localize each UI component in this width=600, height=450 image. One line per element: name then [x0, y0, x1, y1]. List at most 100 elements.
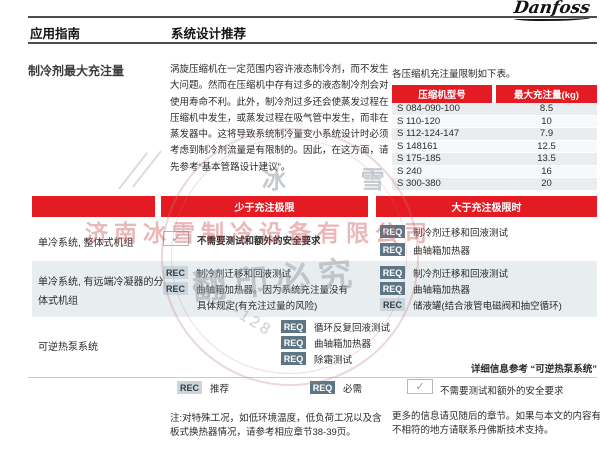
model-cell: S 175-185	[392, 153, 492, 165]
requirement-item: REC 曲轴箱加热器。因为系统充注量没有	[163, 282, 348, 295]
no-test-text: 不需要测试和额外的安全要求	[197, 233, 321, 247]
system-label-row2-line1: 单冷系统, 有远端冷凝器的分	[38, 273, 164, 288]
legend-rec: REC 推荐	[177, 381, 229, 394]
system-label-row1: 单冷系统, 整体式机组	[38, 234, 134, 249]
rec-badge: REC	[177, 381, 202, 394]
req-badge: REQ	[281, 352, 306, 365]
doc-type-label: 应用指南	[30, 23, 80, 42]
table-row: S 175-185 13.5	[392, 153, 597, 166]
requirement-text: 制冷剂迁移和回液测试	[413, 266, 508, 280]
footnote-left: 注:对特殊工况，如低环境温度，低负荷工况以及含 板式换热器情况，请参考相应章节3…	[170, 412, 382, 440]
legend-checkbox: ✓	[407, 379, 433, 394]
charge-table-header: 压缩机型号 最大充注量(kg)	[392, 85, 597, 103]
max-charge-cell: 12.5	[496, 141, 597, 153]
rec-badge: REC	[163, 266, 188, 279]
paragraph-line: 先参考“基本管路设计建议”。	[170, 160, 395, 176]
requirement-text-continuation: 具体规定(有充注过量的风险)	[197, 298, 317, 312]
requirement-item: REQ 曲轴箱加热器	[281, 336, 371, 349]
requirement-text: 循环反复回液测试	[314, 320, 390, 334]
check-icon: ✓	[415, 380, 424, 393]
legend-check-label: 不需要测试和额外的安全要求	[440, 383, 564, 397]
check-icon: ✓	[171, 232, 180, 245]
model-cell: S 240	[392, 166, 492, 178]
table-row: S 110-120 10	[392, 116, 597, 129]
paragraph-line: 使用寿命不利。此外，制冷剂过多还会使蒸发过程在	[170, 95, 395, 111]
watermark-slash	[118, 152, 148, 189]
paragraph-line: 蒸发器中。这将导致系统制冷量变小系统设计时必须	[170, 127, 395, 143]
document-page: Danfoss 应用指南 系统设计推荐 制冷剂最大充注量 涡旋压缩机在一定范围内…	[0, 0, 600, 450]
footnote-line: 不相符的地方请联系丹佛斯技术支持。	[392, 424, 600, 438]
matrix-header-spacer	[32, 196, 155, 217]
rec-badge: REC	[163, 282, 188, 295]
charge-table-header-model: 压缩机型号	[392, 85, 492, 103]
matrix-header-less: 少于充注极限	[161, 196, 368, 217]
doc-section-label: 系统设计推荐	[171, 23, 246, 42]
max-charge-cell: 20	[496, 178, 597, 190]
requirement-text: 曲轴箱加热器	[413, 282, 470, 296]
table-row: S 084-090-100 8.5	[392, 103, 597, 116]
legend-req: REQ 必需	[310, 381, 362, 394]
max-charge-cell: 8.5	[496, 103, 597, 115]
legend-req-label: 必需	[343, 381, 362, 395]
requirement-text: 除霜测试	[314, 352, 352, 366]
max-charge-cell: 7.9	[496, 128, 597, 140]
requirement-item: REQ 制冷剂迁移和回液测试	[380, 266, 508, 279]
table-row: S 300-380 20	[392, 178, 597, 191]
paragraph-line: 大问题。然而在压缩机中存有过多的液态制冷剂会对	[170, 78, 395, 94]
legend-separator	[28, 377, 597, 378]
header-rule-top	[28, 16, 597, 18]
req-badge: REQ	[380, 243, 405, 256]
max-charge-cell: 13.5	[496, 153, 597, 165]
model-cell: S 300-380	[392, 178, 492, 190]
requirement-item: REQ 曲轴箱加热器	[380, 282, 470, 295]
header-rule-bottom	[28, 42, 597, 44]
system-label-row3: 可逆热泵系统	[38, 338, 98, 353]
table-row: S 112-124-147 7.9	[392, 128, 597, 141]
requirement-item: REQ 曲轴箱加热器	[380, 243, 470, 256]
model-cell: S 148161	[392, 141, 492, 153]
req-badge: REQ	[310, 381, 335, 394]
max-charge-cell: 10	[496, 116, 597, 128]
requirement-text: 储液罐(结合液管电磁阀和抽空循环)	[413, 298, 562, 312]
watermark-slash	[132, 150, 162, 187]
max-charge-cell: 16	[496, 166, 597, 178]
requirement-item: 不需要测试和额外的安全要求	[197, 233, 321, 246]
requirement-item: REQ 循环反复回液测试	[281, 320, 390, 333]
footnote-line: 更多的信息请见随后的章节。如果与本文的内容有	[392, 410, 600, 424]
req-badge: REQ	[281, 320, 306, 333]
requirement-text: 曲轴箱加热器。因为系统充注量没有	[196, 282, 348, 296]
footnote-line: 板式换热器情况，请参考相应章节38-39页。	[170, 426, 382, 440]
requirement-item: REC 制冷剂迁移和回液测试	[163, 266, 291, 279]
detail-reference-note: 详细信息参考 “可逆热泵系统”	[471, 361, 597, 375]
req-badge: REQ	[380, 225, 405, 238]
requirement-item: REC 储液罐(结合液管电磁阀和抽空循环)	[380, 298, 562, 311]
footnote-line: 注:对特殊工况，如低环境温度，低负荷工况以及含	[170, 412, 382, 426]
paragraph-line: 涡旋压缩机在一定范围内容许液态制冷剂，而不发生	[170, 62, 395, 78]
req-badge: REQ	[380, 266, 405, 279]
paragraph-line: 考虑到制冷剂流量是有限制的。因此，在这方面，请	[170, 143, 395, 159]
requirement-text: 制冷剂迁移和回液测试	[413, 225, 508, 239]
table-row: S 240 16	[392, 166, 597, 179]
charge-table: 压缩机型号 最大充注量(kg) S 084-090-100 8.5 S 110-1…	[392, 85, 597, 191]
legend-rec-label: 推荐	[210, 381, 229, 395]
footnote-right: 更多的信息请见随后的章节。如果与本文的内容有 不相符的地方请联系丹佛斯技术支持。	[392, 410, 600, 438]
rec-badge: REC	[380, 298, 405, 311]
req-badge: REQ	[281, 336, 306, 349]
requirement-text: 制冷剂迁移和回液测试	[196, 266, 291, 280]
paragraph-line: 压缩机中发生，或蒸发过程在吸气管中发生，而非在	[170, 111, 395, 127]
system-label-row2-line2: 体式机组	[38, 292, 78, 307]
intro-paragraph: 涡旋压缩机在一定范围内容许液态制冷剂，而不发生 大问题。然而在压缩机中存有过多的…	[170, 62, 395, 176]
req-badge: REQ	[380, 282, 405, 295]
charge-table-intro: 各压缩机充注量限制如下表。	[392, 66, 516, 80]
matrix-header-greater: 大于充注极限时	[376, 196, 597, 217]
model-cell: S 084-090-100	[392, 103, 492, 115]
section-title: 制冷剂最大充注量	[28, 62, 124, 79]
requirement-text: 曲轴箱加热器	[314, 336, 371, 350]
model-cell: S 112-124-147	[392, 128, 492, 140]
table-row: S 148161 12.5	[392, 141, 597, 154]
requirement-item: REQ 除霜测试	[281, 352, 352, 365]
requirement-text: 曲轴箱加热器	[413, 243, 470, 257]
model-cell: S 110-120	[392, 116, 492, 128]
checkbox: ✓	[163, 231, 189, 246]
charge-table-header-max: 最大充注量(kg)	[496, 85, 597, 103]
